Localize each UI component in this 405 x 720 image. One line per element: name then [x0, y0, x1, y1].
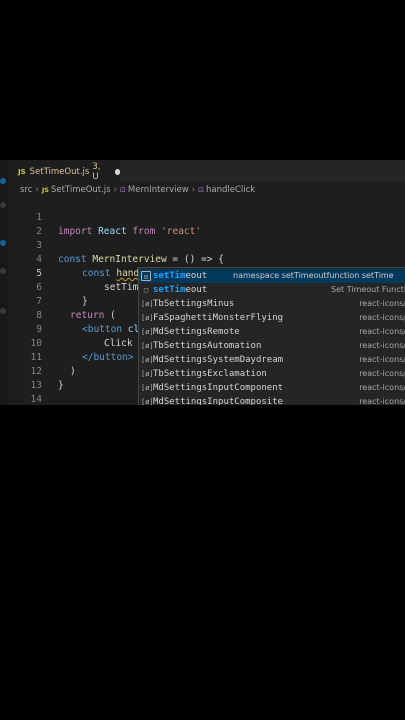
suggestion-label: TbSettingsExclamation [153, 369, 267, 379]
suggestion-detail: react-icons/ [359, 341, 405, 350]
suggestion-item[interactable]: [ø] MdSettingsInputComponent react-icons… [139, 381, 405, 395]
breadcrumb: src › JS SetTimeOut.js › ⊡ MernInterview… [20, 183, 255, 197]
code-line-active[interactable]: 5 setTim [0, 253, 405, 293]
suggestion-label: MdSettingsInputComposite [153, 397, 284, 405]
suggestion-match: setTim [153, 271, 186, 281]
symbol-icon: □ [143, 286, 149, 294]
breadcrumb-component[interactable]: MernInterview [128, 185, 189, 195]
function-symbol-icon: ⊡ [198, 186, 204, 194]
suggestion-detail: Set Timeout Functi [331, 285, 405, 294]
suggestion-item[interactable]: □ setTimeout Set Timeout Functi [139, 283, 405, 297]
line-number: 14 [30, 394, 42, 405]
code-line[interactable]: 2 [0, 211, 405, 237]
suggestion-label: MdSettingsRemote [153, 327, 240, 337]
module-icon: [ø] [141, 384, 154, 392]
suggestion-item[interactable]: [ø] TbSettingsAutomation react-icons/ [139, 339, 405, 353]
suggestion-rest: eout [185, 285, 208, 295]
function-symbol-icon: ⊡ [120, 186, 126, 194]
suggestion-label: MdSettingsInputComponent [153, 383, 284, 393]
module-icon: [ø] [141, 370, 154, 378]
suggestion-item[interactable]: [ø] FaSpaghettiMonsterFlying react-icons… [139, 311, 405, 325]
suggestion-label: MdSettingsSystemDaydream [153, 355, 284, 365]
suggestion-item[interactable]: [ø] MdSettingsRemote react-icons/ [139, 325, 405, 339]
suggestion-detail: react-icons/ [359, 313, 405, 322]
chevron-right-icon: › [113, 185, 118, 195]
tab-status: 3, U [92, 162, 101, 182]
explorer-icon[interactable] [0, 178, 6, 184]
suggestion-detail: react-icons/ [359, 299, 405, 308]
code-editor[interactable]: JS SetTimeOut.js 3, U src › JS SetTimeOu… [0, 160, 405, 405]
symbol-icon: ⊡ [141, 271, 151, 281]
suggestion-match: setTim [153, 285, 186, 295]
tab-settimeout-js[interactable]: JS SetTimeOut.js 3, U [8, 160, 120, 183]
suggestion-detail: react-icons/ [359, 397, 405, 405]
module-icon: [ø] [141, 342, 154, 350]
suggestion-label: FaSpaghettiMonsterFlying [153, 313, 284, 323]
suggestion-item[interactable]: [ø] MdSettingsInputComposite react-icons… [139, 395, 405, 405]
code-line[interactable]: 3 const MernInterview = () => { [0, 225, 405, 265]
module-icon: [ø] [141, 314, 154, 322]
module-icon: [ø] [141, 300, 154, 308]
suggestion-rest: eout [185, 271, 208, 281]
suggestion-widget[interactable]: ⊡ setTimeout namespace setTimeoutfunctio… [138, 267, 405, 405]
module-icon: [ø] [141, 398, 154, 405]
suggestion-detail: react-icons/ [359, 355, 405, 364]
chevron-right-icon: › [35, 185, 39, 195]
suggestion-item[interactable]: ⊡ setTimeout namespace setTimeoutfunctio… [139, 269, 405, 283]
unsaved-dot-icon[interactable] [114, 169, 120, 175]
module-icon: [ø] [141, 328, 154, 336]
code-line[interactable]: 1 import React from 'react' [0, 197, 405, 237]
breadcrumb-src[interactable]: src [20, 185, 32, 195]
suggestion-detail: react-icons/ [359, 369, 405, 378]
suggestion-label: TbSettingsAutomation [153, 341, 262, 351]
code-line[interactable]: 4 const handleClick=()=>{ [0, 239, 405, 279]
suggestion-item[interactable]: [ø] MdSettingsSystemDaydream react-icons… [139, 353, 405, 367]
suggestion-label: TbSettingsMinus [153, 299, 235, 309]
suggestion-detail: react-icons/ [359, 327, 405, 336]
suggestion-detail: react-icons/ [359, 383, 405, 392]
breadcrumb-file[interactable]: SetTimeOut.js [51, 185, 111, 195]
js-file-icon: JS [18, 168, 26, 176]
tab-filename: SetTimeOut.js [29, 167, 90, 177]
suggestion-detail: namespace setTimeoutfunction setTime [233, 271, 394, 280]
suggestion-item[interactable]: [ø] TbSettingsExclamation react-icons/ [139, 367, 405, 381]
js-file-icon: JS [41, 186, 49, 194]
module-icon: [ø] [141, 356, 154, 364]
chevron-right-icon: › [191, 185, 196, 195]
suggestion-item[interactable]: [ø] TbSettingsMinus react-icons/ [139, 297, 405, 311]
tab-bar: JS SetTimeOut.js 3, U [8, 160, 405, 183]
breadcrumb-handler[interactable]: handleClick [206, 185, 255, 195]
